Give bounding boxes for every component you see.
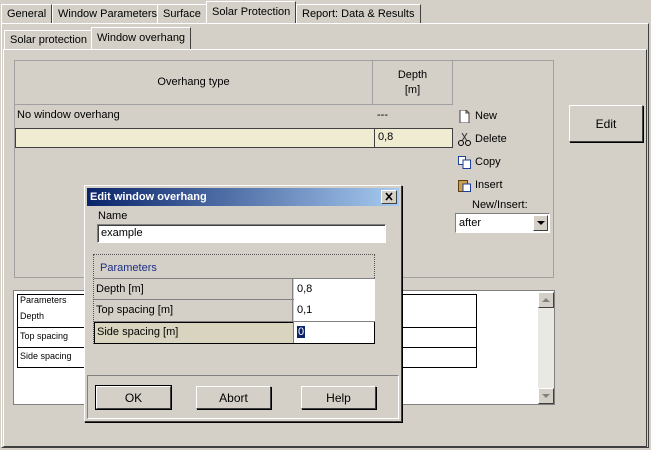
new-insert-select[interactable]: after <box>455 213 550 233</box>
insert-button[interactable]: Insert <box>458 176 503 194</box>
chevron-down-icon <box>542 394 550 398</box>
dialog-title-bar: Edit window overhang <box>87 188 399 206</box>
tab-window-parameters[interactable]: Window Parameters <box>52 4 164 23</box>
tab-surface[interactable]: Surface <box>157 4 207 23</box>
vertical-scrollbar[interactable] <box>538 292 554 404</box>
new-label: New <box>475 110 498 122</box>
scroll-up-button[interactable] <box>538 292 554 308</box>
param-label: Top spacing [m] <box>94 300 293 321</box>
insert-label: Insert <box>475 179 503 191</box>
new-insert-value: after <box>459 217 482 229</box>
param-row-depth: Depth [m] 0,8 <box>94 278 375 300</box>
delete-button[interactable]: Delete <box>458 130 507 148</box>
top-spacing-input[interactable]: 0,1 <box>294 300 375 321</box>
close-button[interactable] <box>381 190 397 204</box>
tab-solar-protection-sub[interactable]: Solar protection <box>4 30 94 49</box>
edit-button[interactable]: Edit <box>569 105 643 142</box>
row-depth-cell[interactable]: --- <box>375 106 453 126</box>
new-button[interactable]: New <box>458 107 497 125</box>
chevron-down-icon[interactable] <box>533 215 548 231</box>
tab-solar-protection[interactable]: Solar Protection <box>206 1 297 23</box>
name-label: Name <box>98 210 128 222</box>
tab-general[interactable]: General <box>1 4 53 23</box>
scroll-down-button[interactable] <box>538 388 554 404</box>
copy-button[interactable]: Copy <box>458 153 501 171</box>
column-header-depth: Depth [m] <box>373 61 453 105</box>
depth-input[interactable]: 0,8 <box>294 279 375 300</box>
side-spacing-value: 0 <box>297 326 306 338</box>
new-insert-label: New/Insert: <box>472 199 528 211</box>
param-row-side-spacing: Side spacing [m] 0 <box>94 322 375 344</box>
parameters-group-label: Parameters <box>100 262 157 274</box>
edit-window-overhang-dialog: Edit window overhang Name example Parame… <box>84 185 402 422</box>
delete-label: Delete <box>475 133 507 145</box>
paste-icon <box>458 179 471 192</box>
param-label: Depth [m] <box>94 279 293 300</box>
column-header-overhang-type: Overhang type <box>15 61 373 105</box>
dialog-button-panel: OK Abort Help <box>87 375 399 419</box>
parameters-group: Parameters Depth [m] 0,8 Top spacing [m]… <box>93 254 375 344</box>
tab-window-overhang[interactable]: Window overhang <box>91 27 192 49</box>
scissors-icon <box>458 132 471 146</box>
row-type-cell[interactable]: No window overhang <box>15 106 373 126</box>
abort-button[interactable]: Abort <box>196 386 271 409</box>
name-input[interactable]: example <box>97 224 386 243</box>
copy-label: Copy <box>475 156 501 168</box>
copy-icon <box>458 155 471 169</box>
side-spacing-input[interactable]: 0 <box>294 322 374 343</box>
tab-report-data-results[interactable]: Report: Data & Results <box>296 4 421 23</box>
new-document-icon <box>458 109 471 123</box>
param-label: Side spacing [m] <box>95 322 294 343</box>
chevron-up-icon <box>542 298 550 302</box>
help-button[interactable]: Help <box>301 386 376 409</box>
ok-button[interactable]: OK <box>96 386 171 409</box>
table-row-selected[interactable]: 0,8 <box>15 128 453 148</box>
close-icon <box>385 192 393 201</box>
param-row-top-spacing: Top spacing [m] 0,1 <box>94 300 375 322</box>
dialog-title: Edit window overhang <box>90 191 207 203</box>
row-depth-cell[interactable]: 0,8 <box>376 129 454 147</box>
